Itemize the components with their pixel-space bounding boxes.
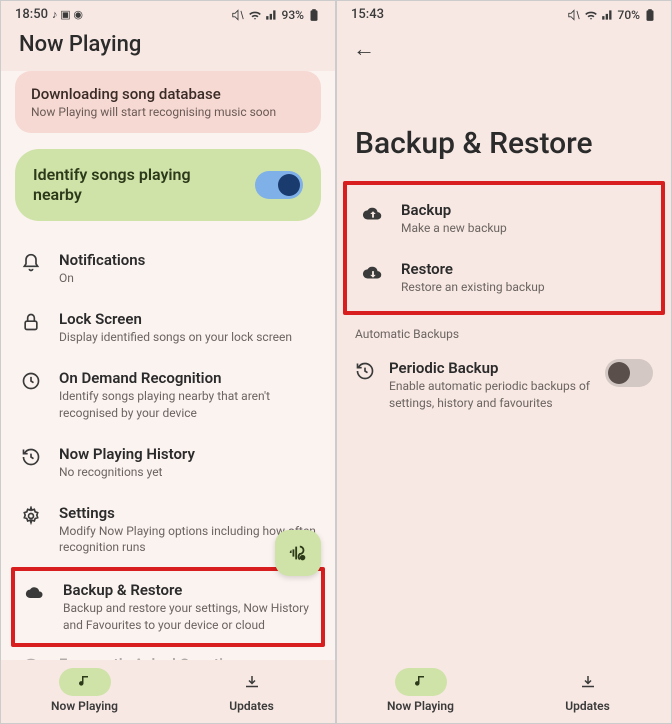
mute-icon bbox=[567, 8, 581, 22]
lockscreen-item[interactable]: Lock Screen Display identified songs on … bbox=[15, 298, 321, 357]
status-time: 18:50 bbox=[15, 7, 48, 22]
item-title: Backup bbox=[401, 201, 647, 219]
item-sub: Restore an existing backup bbox=[401, 279, 647, 295]
item-sub: No recognitions yet bbox=[59, 464, 317, 480]
item-title: Settings bbox=[59, 504, 317, 522]
download-icon bbox=[562, 668, 614, 696]
item-sub: Identify songs playing nearby that aren'… bbox=[59, 388, 317, 420]
status-bar: 18:50 ♪ ▣ ◉ 93% bbox=[1, 1, 335, 26]
right-screenshot: 15:43 70% ← Backup & Restore bbox=[336, 0, 672, 724]
highlight-backup-box: Backup Make a new backup Restore Restore… bbox=[343, 181, 665, 315]
identify-label: Identify songs playing nearby bbox=[33, 165, 213, 205]
mute-icon bbox=[231, 8, 245, 22]
fab-recognize[interactable] bbox=[275, 530, 321, 576]
highlight-backup-restore: Backup & Restore Backup and restore your… bbox=[11, 567, 325, 646]
ondemand-item[interactable]: On Demand Recognition Identify songs pla… bbox=[15, 357, 321, 432]
battery-percent: 70% bbox=[618, 8, 640, 22]
back-row: ← bbox=[337, 26, 671, 62]
wifi-icon bbox=[584, 8, 598, 22]
item-sub: On bbox=[59, 270, 317, 286]
database-title: Downloading song database bbox=[31, 85, 305, 103]
status-bar: 15:43 70% bbox=[337, 1, 671, 26]
page-title: Now Playing bbox=[1, 26, 335, 71]
restore-item[interactable]: Restore Restore an existing backup bbox=[351, 248, 657, 307]
history-icon bbox=[19, 445, 43, 467]
nav-label: Updates bbox=[565, 699, 610, 713]
item-title: On Demand Recognition bbox=[59, 369, 317, 387]
identify-toggle[interactable] bbox=[255, 171, 303, 199]
left-screenshot: 18:50 ♪ ▣ ◉ 93% Now Playing Downloading … bbox=[0, 0, 336, 724]
nav-now-playing[interactable]: Now Playing bbox=[337, 668, 504, 713]
music-sound-icon bbox=[287, 542, 309, 564]
item-title: Lock Screen bbox=[59, 310, 317, 328]
cloud-icon bbox=[23, 581, 47, 603]
item-sub: Make a new backup bbox=[401, 220, 647, 236]
item-title: Periodic Backup bbox=[389, 359, 591, 377]
notification-icons: ♪ ▣ ◉ bbox=[52, 8, 83, 21]
section-automatic-backups: Automatic Backups bbox=[337, 323, 671, 345]
lock-icon bbox=[19, 310, 43, 332]
gear-icon bbox=[19, 504, 43, 526]
music-note-icon bbox=[395, 668, 447, 696]
nav-updates[interactable]: Updates bbox=[504, 668, 671, 713]
item-title: Notifications bbox=[59, 251, 317, 269]
identify-card[interactable]: Identify songs playing nearby bbox=[15, 149, 321, 221]
item-sub: Enable automatic periodic backups of set… bbox=[389, 378, 591, 410]
item-title: Restore bbox=[401, 260, 647, 278]
nav-label: Updates bbox=[229, 699, 274, 713]
music-note-icon bbox=[59, 668, 111, 696]
signal-icon bbox=[265, 8, 279, 22]
bottom-nav: Now Playing Updates bbox=[1, 660, 335, 723]
signal-icon bbox=[601, 8, 615, 22]
item-sub: Display identified songs on your lock sc… bbox=[59, 329, 317, 345]
spacer bbox=[337, 425, 671, 660]
item-title: Frequently Asked Questions bbox=[59, 655, 317, 660]
item-title: Backup & Restore bbox=[63, 581, 313, 599]
content-area: Downloading song database Now Playing wi… bbox=[1, 71, 335, 660]
periodic-backup-item[interactable]: Periodic Backup Enable automatic periodi… bbox=[337, 345, 671, 424]
backup-restore-item[interactable]: Backup & Restore Backup and restore your… bbox=[15, 571, 321, 642]
battery-percent: 93% bbox=[282, 8, 304, 22]
cloud-download-icon bbox=[361, 260, 385, 284]
history-item[interactable]: Now Playing History No recognitions yet bbox=[15, 433, 321, 492]
help-icon bbox=[19, 655, 43, 660]
notifications-item[interactable]: Notifications On bbox=[15, 239, 321, 298]
faq-item[interactable]: Frequently Asked Questions bbox=[15, 647, 321, 660]
refresh-music-icon bbox=[19, 369, 43, 391]
item-title: Now Playing History bbox=[59, 445, 317, 463]
nav-now-playing[interactable]: Now Playing bbox=[1, 668, 168, 713]
periodic-toggle[interactable] bbox=[605, 359, 653, 387]
nav-label: Now Playing bbox=[387, 699, 454, 713]
battery-icon bbox=[643, 8, 657, 22]
status-time: 15:43 bbox=[351, 7, 384, 22]
database-card: Downloading song database Now Playing wi… bbox=[15, 71, 321, 133]
nav-label: Now Playing bbox=[51, 699, 118, 713]
history-icon bbox=[355, 359, 375, 381]
bell-icon bbox=[19, 251, 43, 273]
database-subtitle: Now Playing will start recognising music… bbox=[31, 105, 305, 119]
backup-item[interactable]: Backup Make a new backup bbox=[351, 189, 657, 248]
cloud-upload-icon bbox=[361, 201, 385, 225]
item-sub: Backup and restore your settings, Now Hi… bbox=[63, 600, 313, 632]
battery-icon bbox=[307, 8, 321, 22]
page-title: Backup & Restore bbox=[337, 62, 671, 181]
download-icon bbox=[226, 668, 278, 696]
bottom-nav: Now Playing Updates bbox=[337, 660, 671, 723]
nav-updates[interactable]: Updates bbox=[168, 668, 335, 713]
back-arrow-icon[interactable]: ← bbox=[353, 37, 375, 62]
wifi-icon bbox=[248, 8, 262, 22]
